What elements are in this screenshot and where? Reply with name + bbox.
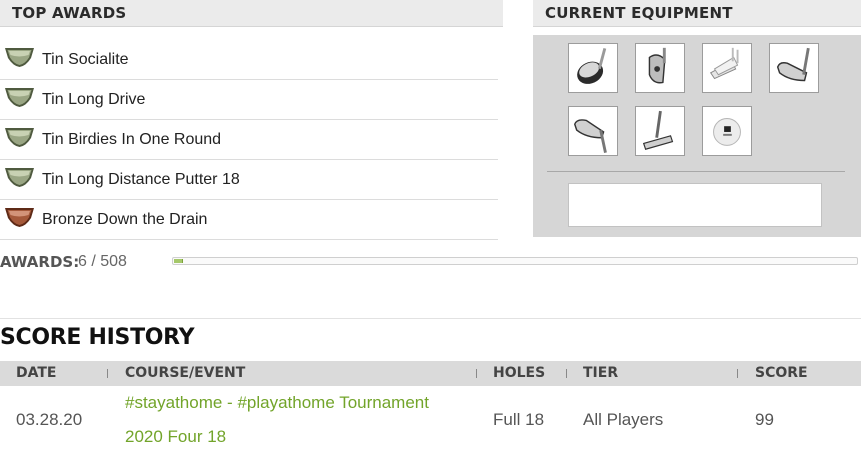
tin-award-icon [4, 86, 35, 108]
top-awards-header: TOP AWARDS [0, 0, 503, 27]
top-awards-panel: TOP AWARDS Tin Socialite Tin Long Drive … [0, 0, 503, 240]
awards-progress-bar [172, 257, 858, 265]
award-label: Tin Long Distance Putter 18 [42, 171, 240, 188]
award-label: Bronze Down the Drain [42, 211, 208, 228]
awards-counter-value: 6 / 508 [78, 253, 127, 270]
award-item[interactable]: Bronze Down the Drain [0, 200, 498, 240]
golf-ball-icon[interactable] [702, 106, 752, 156]
fairway-wood-icon[interactable] [635, 43, 685, 93]
column-header-tier[interactable]: TIER [583, 361, 618, 386]
row-course-event-link[interactable]: #stayathome - #playathome Tournament 202… [125, 386, 429, 454]
current-equipment-header: CURRENT EQUIPMENT [533, 0, 861, 27]
award-label: Tin Birdies In One Round [42, 131, 222, 148]
event-name-line1[interactable]: #stayathome - #playathome Tournament [125, 386, 429, 420]
profile-page: TOP AWARDS Tin Socialite Tin Long Drive … [0, 0, 861, 456]
column-header-course-event[interactable]: COURSE/EVENT [125, 361, 245, 386]
awards-counter-label: AWARDS: [0, 253, 80, 271]
column-separator [737, 369, 738, 378]
column-separator [476, 369, 477, 378]
driver-icon[interactable] [568, 43, 618, 93]
score-table-header: DATE COURSE/EVENT HOLES TIER SCORE [0, 361, 861, 386]
awards-progress-fill [174, 259, 183, 263]
bronze-award-icon [4, 206, 35, 228]
column-header-holes[interactable]: HOLES [493, 361, 545, 386]
column-header-date[interactable]: DATE [16, 361, 56, 386]
wedge-icon[interactable] [769, 43, 819, 93]
putter-icon[interactable] [635, 106, 685, 156]
wedge-icon[interactable] [568, 106, 618, 156]
tin-award-icon [4, 46, 35, 68]
award-item[interactable]: Tin Long Distance Putter 18 [0, 160, 498, 200]
awards-list: Tin Socialite Tin Long Drive Tin Birdies… [0, 40, 498, 240]
irons-set-icon[interactable] [702, 43, 752, 93]
equipment-divider [547, 171, 845, 172]
column-separator [566, 369, 567, 378]
equipment-body [533, 35, 861, 237]
section-divider [0, 318, 861, 319]
award-item[interactable]: Tin Socialite [0, 40, 498, 80]
column-header-score[interactable]: SCORE [755, 361, 808, 386]
award-label: Tin Long Drive [42, 91, 146, 108]
row-score: 99 [755, 410, 774, 429]
equipment-details-box [568, 183, 822, 227]
tin-award-icon [4, 166, 35, 188]
award-item[interactable]: Tin Birdies In One Round [0, 120, 498, 160]
award-item[interactable]: Tin Long Drive [0, 80, 498, 120]
awards-counter: AWARDS: 6 / 508 [0, 252, 861, 272]
column-separator [107, 369, 108, 378]
score-history-title: SCORE HISTORY [0, 325, 195, 350]
award-label: Tin Socialite [42, 51, 129, 68]
row-tier: All Players [583, 410, 664, 429]
table-row: 03.28.20 #stayathome - #playathome Tourn… [0, 386, 861, 456]
event-name-line2[interactable]: 2020 Four 18 [125, 420, 429, 454]
row-holes: Full 18 [493, 410, 545, 429]
row-date: 03.28.20 [16, 410, 83, 429]
tin-award-icon [4, 126, 35, 148]
current-equipment-panel: CURRENT EQUIPMENT [533, 0, 861, 237]
